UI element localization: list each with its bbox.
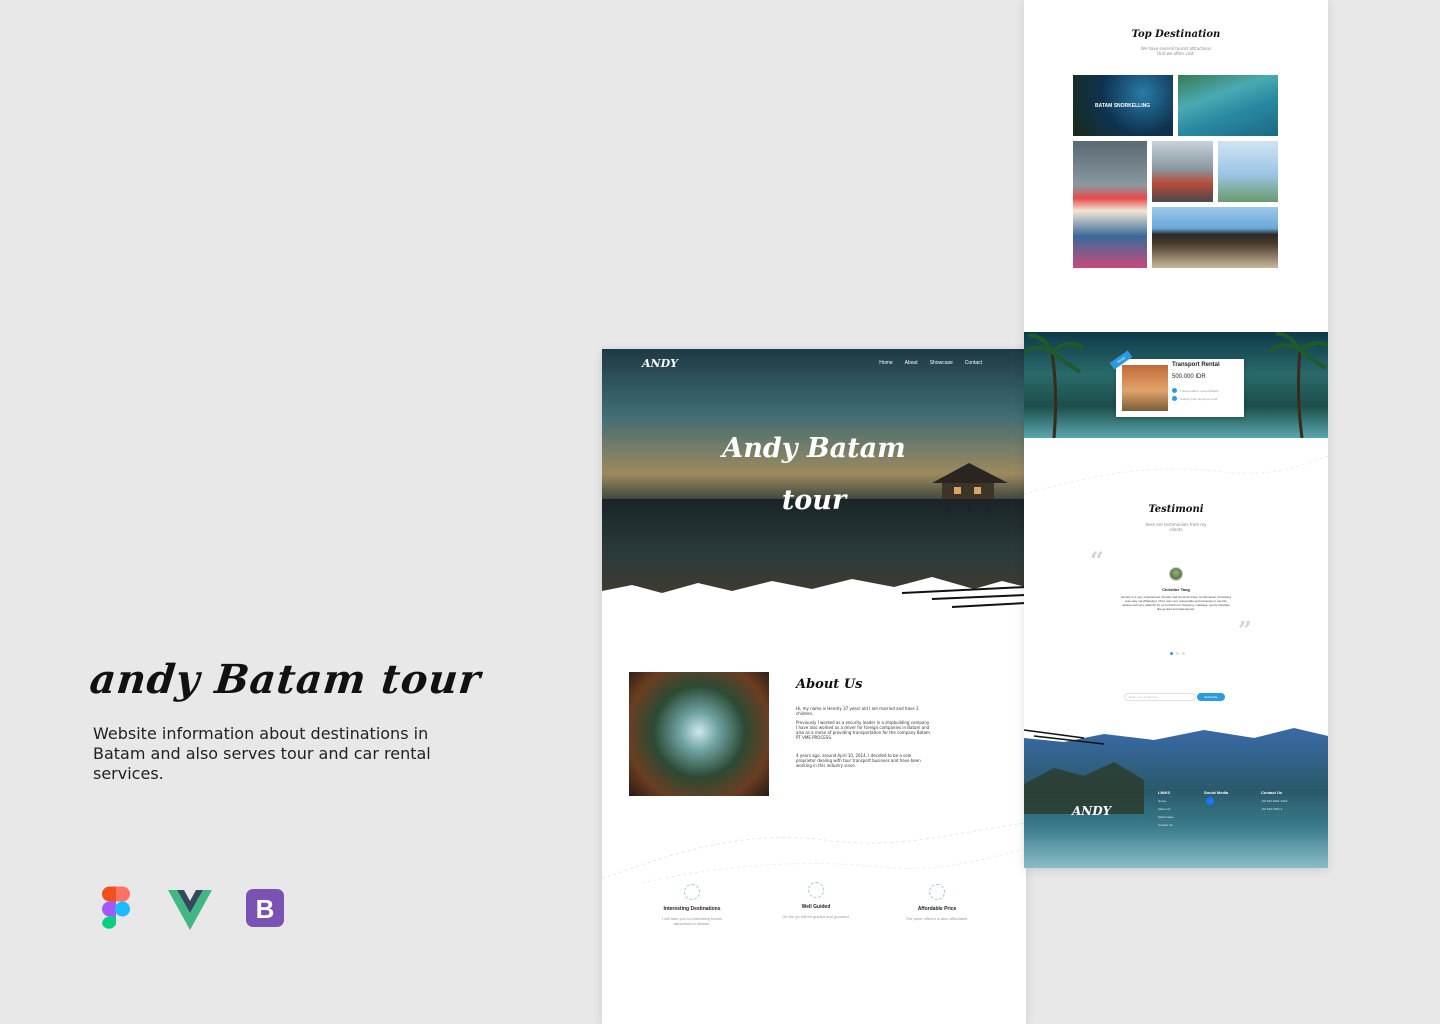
footer-contact-heading: Contact Us <box>1261 790 1283 795</box>
destination-subtitle-2: that we often visit. <box>1157 51 1195 56</box>
testimoni-name: Christine Tang <box>1162 587 1190 592</box>
facebook-icon[interactable] <box>1206 797 1214 805</box>
tools-row: B <box>100 886 300 932</box>
feature-desc: The price offered is also affordable. <box>905 916 969 921</box>
hero-title: Andy Batam tour <box>602 423 1026 527</box>
check-icon <box>1172 388 1177 393</box>
rental-title: Transport Rental <box>1172 362 1220 368</box>
destination-layer-cake[interactable] <box>1073 141 1147 268</box>
about-heading: About Us <box>796 677 863 692</box>
carousel-dot[interactable] <box>1176 652 1179 655</box>
destination-street[interactable] <box>1152 141 1213 202</box>
open-quote-icon: “ <box>1090 546 1104 575</box>
check-icon <box>1172 396 1177 401</box>
testimoni-title: Testimoni <box>1148 504 1204 515</box>
destination-gazebos[interactable] <box>1152 207 1278 268</box>
footer-social-heading: Social Media <box>1204 790 1229 795</box>
destination-label: BATAM SNORKELLING <box>1095 103 1151 109</box>
footer-link[interactable]: Show Case <box>1158 813 1173 821</box>
destination-snorkelling[interactable]: BATAM SNORKELLING <box>1073 75 1173 136</box>
footer-logo[interactable]: ANDY <box>1072 804 1111 818</box>
footer-contact-item: +62 812-6401-2423 <box>1261 799 1288 803</box>
about-paragraph-2: Previously I worked as a security leader… <box>796 720 930 740</box>
nav-contact[interactable]: Contact <box>965 360 982 366</box>
footer-link[interactable]: Contact Us <box>1158 821 1173 829</box>
destination-icon <box>684 884 700 900</box>
dashed-map-lines <box>1024 455 1328 495</box>
footer-contact-item: +62 813-7064-1 <box>1261 807 1283 811</box>
feature-price: Affordable Price The price offered is al… <box>901 884 973 921</box>
carousel-dot[interactable] <box>1182 652 1185 655</box>
feature-title: Interesting Destinations <box>663 906 721 912</box>
feature-title: Well Guided <box>801 904 831 910</box>
palm-tree-right <box>1268 332 1328 438</box>
about-paragraph-3: 4 years ago, around April 10, 2014, I de… <box>796 753 921 768</box>
hero-section: ANDY Home About Showcase Contact Andy Ba… <box>602 349 1026 609</box>
hero-title-line1: Andy Batam <box>722 433 906 464</box>
rental-card[interactable]: Transport Rental 500.000 IDR Transportat… <box>1116 359 1244 417</box>
figma-icon <box>102 886 130 929</box>
vue-icon <box>168 890 212 930</box>
footer-links-heading: LINKS <box>1158 790 1170 795</box>
carousel-dot[interactable] <box>1170 652 1173 655</box>
feature-destinations: Interesting Destinations I will take you… <box>656 884 728 926</box>
footer-contact: Contact Us +62 812-6401-2423 +62 813-706… <box>1261 790 1287 813</box>
rental-feature: Transportation around Batam <box>1180 389 1219 393</box>
home-page-mockup: ANDY Home About Showcase Contact Andy Ba… <box>602 349 1026 1024</box>
price-icon <box>929 884 945 900</box>
svg-text:B: B <box>256 894 275 924</box>
guide-icon <box>808 882 824 898</box>
testimoni-subtitle-2: clients <box>1169 527 1183 532</box>
rental-feature: Starting from airport to hotel <box>1180 397 1218 401</box>
destination-beach[interactable] <box>1178 75 1278 136</box>
project-title: andy Batam tour <box>87 656 484 703</box>
about-paragraph-1: Hi, my name is Hendry 37 years old I am … <box>796 706 919 716</box>
close-quote-icon: ” <box>1238 616 1252 645</box>
nav-showcase[interactable]: Showcase <box>930 360 953 366</box>
palm-tree-left <box>1024 333 1084 438</box>
subscribe-button[interactable]: Subscribe <box>1197 693 1225 701</box>
bootstrap-icon: B <box>246 889 284 927</box>
main-nav: Home About Showcase Contact <box>879 360 982 366</box>
feature-title: Affordable Price <box>917 906 957 912</box>
feature-desc: I will take you to interesting tourist a… <box>661 916 723 926</box>
rental-price: 500.000 IDR <box>1172 374 1206 380</box>
testimoni-body: Hendry is a very experienced, friendly a… <box>1121 595 1231 611</box>
destination-monument[interactable] <box>1218 141 1278 202</box>
about-forest-image <box>629 672 769 796</box>
feature-guided: Well Guided On the go will be guided and… <box>780 882 852 919</box>
site-logo[interactable]: ANDY <box>642 357 678 370</box>
nav-home[interactable]: Home <box>879 360 892 366</box>
feature-desc: On the go will be guided and guarded. <box>782 914 850 919</box>
inner-pages-mockup: Top Destination We have several tourist … <box>1024 0 1328 868</box>
nav-about[interactable]: About <box>905 360 918 366</box>
footer-social: Social Media <box>1204 790 1228 805</box>
hero-title-line2: tour <box>781 485 847 516</box>
destination-title: Top Destination <box>1131 29 1221 40</box>
subscribe-email-input[interactable]: Enter your email here <box>1124 693 1196 701</box>
project-description: Website information about destinations i… <box>93 724 431 783</box>
avatar <box>1169 567 1183 581</box>
carousel-dots <box>1170 652 1185 655</box>
footer-link[interactable]: About Us <box>1158 805 1173 813</box>
torn-edge-divider <box>602 577 1026 637</box>
dashed-map-lines <box>602 822 1026 884</box>
jeep-image <box>1122 365 1168 411</box>
footer-links: LINKS Home About Us Show Case Contact Us <box>1158 790 1173 829</box>
footer-link[interactable]: Home <box>1158 797 1173 805</box>
